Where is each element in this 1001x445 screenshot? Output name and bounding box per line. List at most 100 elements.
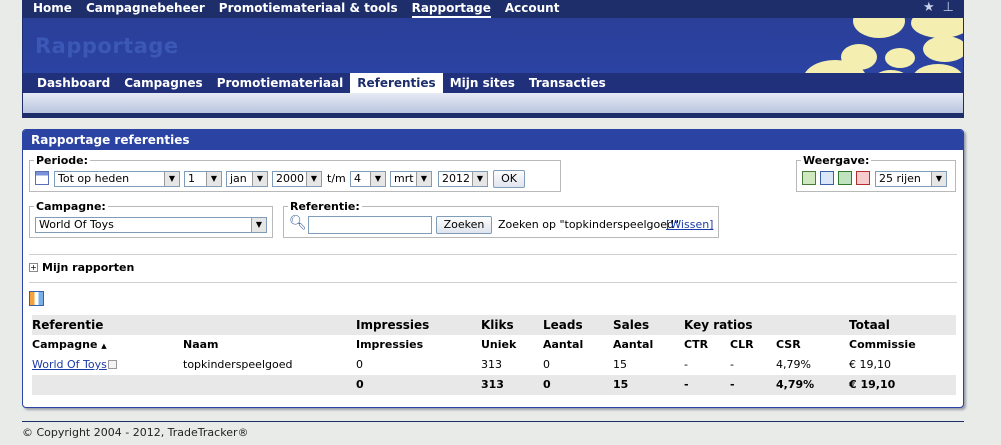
periode-range-value: Tot op heden bbox=[58, 172, 130, 185]
periode-fieldset: Periode: Tot op heden ▼ 1 ▼ jan ▼ 2000 ▼… bbox=[29, 154, 561, 192]
from-month-value: jan bbox=[230, 172, 247, 185]
col-campagne-label: Campagne bbox=[32, 338, 98, 351]
campagne-legend: Campagne: bbox=[36, 200, 106, 213]
ok-button[interactable]: OK bbox=[493, 170, 525, 188]
campagne-select[interactable]: World Of Toys ▼ bbox=[35, 217, 267, 233]
cell-leads: 0 bbox=[543, 358, 550, 371]
pdf-icon[interactable] bbox=[856, 171, 870, 185]
col-commissie[interactable]: Commissie bbox=[849, 335, 916, 355]
to-year-value: 2012 bbox=[442, 172, 470, 185]
from-day-select[interactable]: 1 ▼ bbox=[184, 171, 222, 187]
from-month-select[interactable]: jan ▼ bbox=[226, 171, 268, 187]
col-csr[interactable]: CSR bbox=[776, 335, 801, 355]
table-row: World Of Toys topkinderspeelgoed 0 313 0… bbox=[32, 355, 956, 375]
total-clr: - bbox=[730, 378, 735, 391]
clear-search-link[interactable]: [Wissen] bbox=[666, 217, 713, 233]
col-campagne[interactable]: Campagne ▲ bbox=[32, 335, 107, 355]
total-leads: 0 bbox=[543, 378, 551, 391]
periode-range-select[interactable]: Tot op heden ▼ bbox=[54, 171, 180, 187]
to-year-select[interactable]: 2012 ▼ bbox=[438, 171, 488, 187]
group-leads: Leads bbox=[543, 318, 583, 332]
cell-ctr: - bbox=[684, 358, 688, 371]
cell-naam: topkinderspeelgoed bbox=[183, 358, 293, 371]
mijn-rapporten-toggle[interactable]: Mijn rapporten bbox=[42, 260, 134, 276]
period-separator: t/m bbox=[327, 172, 346, 185]
from-day-value: 1 bbox=[188, 172, 195, 185]
cell-uniek: 313 bbox=[481, 358, 502, 371]
chevron-down-icon: ▼ bbox=[472, 172, 487, 186]
tab-mijn-sites[interactable]: Mijn sites bbox=[443, 73, 522, 93]
to-day-select[interactable]: 4 ▼ bbox=[350, 171, 386, 187]
chevron-down-icon: ▼ bbox=[416, 172, 431, 186]
cell-csr: 4,79% bbox=[776, 358, 811, 371]
topnav-promotiemateriaal[interactable]: Promotiemateriaal & tools bbox=[219, 0, 398, 18]
col-leads-aantal[interactable]: Aantal bbox=[543, 335, 583, 355]
sitemap-icon[interactable]: ⊥ bbox=[943, 1, 954, 15]
tab-campagnes[interactable]: Campagnes bbox=[117, 73, 210, 93]
from-year-select[interactable]: 2000 ▼ bbox=[272, 171, 322, 187]
col-naam[interactable]: Naam bbox=[183, 335, 219, 355]
total-commissie: € 19,10 bbox=[849, 378, 896, 391]
print-icon[interactable] bbox=[820, 171, 834, 185]
topnav-campagnebeheer[interactable]: Campagnebeheer bbox=[86, 0, 205, 18]
chevron-down-icon: ▼ bbox=[251, 218, 266, 232]
col-uniek[interactable]: Uniek bbox=[481, 335, 516, 355]
chevron-down-icon: ▼ bbox=[370, 172, 385, 186]
to-month-select[interactable]: mrt ▼ bbox=[390, 171, 432, 187]
cell-impressies: 0 bbox=[356, 358, 363, 371]
page-title: Rapportage bbox=[35, 34, 179, 58]
excel-icon[interactable] bbox=[838, 171, 852, 185]
header-banner: Rapportage Dashboard Campagnes Promotiem… bbox=[22, 18, 964, 118]
cell-commissie: € 19,10 bbox=[849, 358, 891, 371]
columns-icon[interactable] bbox=[29, 291, 44, 306]
sort-asc-icon: ▲ bbox=[101, 342, 107, 350]
col-sales-aantal[interactable]: Aantal bbox=[613, 335, 653, 355]
export-icon[interactable] bbox=[802, 171, 816, 185]
section-divider bbox=[29, 282, 957, 283]
campagne-link[interactable]: World Of Toys bbox=[32, 355, 107, 375]
external-link-icon[interactable] bbox=[108, 360, 117, 369]
chevron-down-icon: ▼ bbox=[252, 172, 267, 186]
expand-icon[interactable]: + bbox=[29, 263, 38, 272]
tab-transacties[interactable]: Transacties bbox=[522, 73, 613, 93]
sub-navigation: Dashboard Campagnes Promotiemateriaal Re… bbox=[23, 73, 963, 93]
footer-divider bbox=[22, 421, 964, 422]
total-impressies: 0 bbox=[356, 378, 364, 391]
rows-per-page-value: 25 rijen bbox=[879, 172, 921, 185]
topnav-home[interactable]: Home bbox=[33, 0, 72, 18]
tab-promotiemateriaal[interactable]: Promotiemateriaal bbox=[210, 73, 351, 93]
referentie-fieldset: Referentie: 🔍︎ Zoeken Zoeken op "topkind… bbox=[283, 200, 719, 238]
group-kliks: Kliks bbox=[481, 318, 514, 332]
cell-sales: 15 bbox=[613, 358, 627, 371]
tab-referenties[interactable]: Referenties bbox=[350, 73, 443, 93]
group-referentie: Referentie bbox=[32, 318, 104, 332]
campagne-fieldset: Campagne: World Of Toys ▼ bbox=[29, 200, 273, 238]
search-button[interactable]: Zoeken bbox=[436, 216, 492, 234]
group-sales: Sales bbox=[613, 318, 650, 332]
col-ctr[interactable]: CTR bbox=[684, 335, 708, 355]
cell-clr: - bbox=[730, 358, 734, 371]
campagne-value: World Of Toys bbox=[39, 218, 114, 231]
banner-strip bbox=[23, 93, 963, 113]
referentie-input[interactable] bbox=[308, 216, 432, 234]
table-total-row: 0 313 0 15 - - 4,79% € 19,10 bbox=[32, 375, 956, 395]
total-ctr: - bbox=[684, 378, 689, 391]
star-icon[interactable]: ★ bbox=[923, 1, 935, 15]
col-clr[interactable]: CLR bbox=[730, 335, 754, 355]
total-uniek: 313 bbox=[481, 378, 504, 391]
banner-bottom-bar bbox=[23, 113, 963, 118]
topnav-account[interactable]: Account bbox=[505, 0, 560, 18]
from-year-value: 2000 bbox=[276, 172, 304, 185]
rows-per-page-select[interactable]: 25 rijen ▼ bbox=[875, 171, 947, 187]
section-divider bbox=[29, 254, 957, 255]
top-navigation: Home Campagnebeheer Promotiemateriaal & … bbox=[22, 0, 964, 18]
calendar-icon[interactable] bbox=[35, 171, 49, 185]
chevron-down-icon: ▼ bbox=[206, 172, 221, 186]
referentie-legend: Referentie: bbox=[290, 200, 360, 213]
topnav-rapportage[interactable]: Rapportage bbox=[411, 0, 491, 18]
group-impressies: Impressies bbox=[356, 318, 430, 332]
weergave-legend: Weergave: bbox=[803, 154, 870, 167]
tab-dashboard[interactable]: Dashboard bbox=[30, 73, 117, 93]
copyright-footer: © Copyright 2004 - 2012, TradeTracker® bbox=[22, 426, 249, 439]
col-impressies[interactable]: Impressies bbox=[356, 335, 423, 355]
